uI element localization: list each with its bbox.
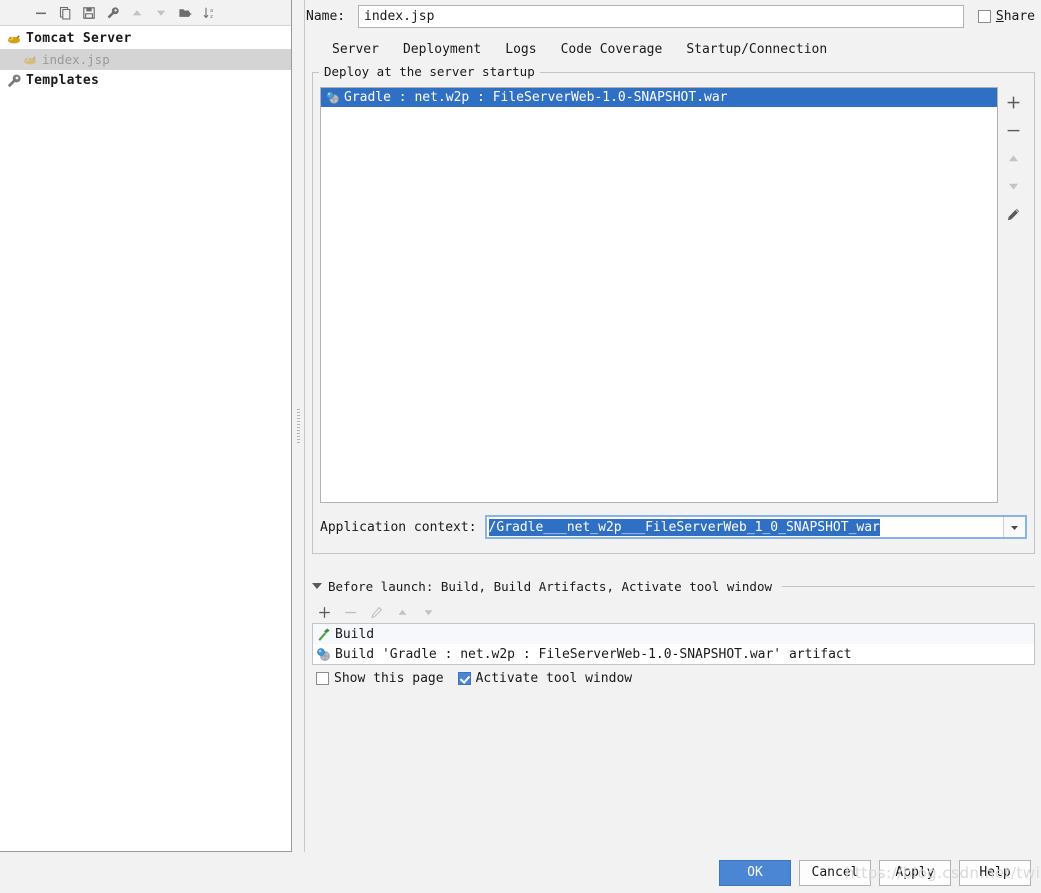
tree-item-index-jsp[interactable]: index.jsp [0,49,291,70]
tab-server[interactable]: Server [320,40,391,67]
before-launch-task-label: Build 'Gradle : net.w2p : FileServerWeb-… [335,646,852,662]
tree-item-label: Tomcat Server [26,31,132,46]
new-folder-icon[interactable] [174,2,196,24]
tab-startup-connection[interactable]: Startup/Connection [674,40,839,67]
before-launch-options: Show this page Activate tool window [316,669,632,687]
add-task-button[interactable] [314,602,334,622]
artifact-icon [325,90,340,105]
artifact-icon [316,647,331,662]
move-artifact-down-button[interactable] [1001,174,1025,198]
remove-icon[interactable] [30,2,52,24]
before-launch-title: Before launch: Build, Build Artifacts, A… [328,578,773,594]
copy-configuration-icon[interactable] [54,2,76,24]
application-context-combo[interactable]: /Gradle___net_w2p___FileServerWeb_1_0_SN… [484,515,1027,539]
dialog-button-bar: OK Cancel Apply Help [0,852,1041,893]
splitter-grip [296,409,300,443]
share-label: Share [996,9,1035,24]
before-launch-task-row[interactable]: Build 'Gradle : net.w2p : FileServerWeb-… [313,644,1034,664]
name-input[interactable] [358,4,964,28]
tab-deployment[interactable]: Deployment [390,40,494,67]
wrench-icon [6,73,22,89]
configurations-panel: a z Tomcat Server index.jsp Templates [0,0,292,852]
wrench-icon[interactable] [102,2,124,24]
tree-item-label: Templates [26,73,100,88]
before-launch-task-row[interactable]: Build [313,624,1034,644]
tree-item-tomcat-server[interactable]: Tomcat Server [0,28,291,49]
tomcat-icon [6,31,22,47]
artifact-label: Gradle : net.w2p : FileServerWeb-1.0-SNA… [344,90,728,105]
name-row: Name: Share [306,4,1035,28]
application-context-value: /Gradle___net_w2p___FileServerWeb_1_0_SN… [488,518,880,536]
chevron-down-icon[interactable] [312,583,322,589]
deploy-body: Gradle : net.w2p : FileServerWeb-1.0-SNA… [320,87,1027,503]
before-launch-header[interactable]: Before launch: Build, Build Artifacts, A… [312,577,1035,595]
apply-button[interactable]: Apply [879,859,951,886]
save-configuration-icon[interactable] [78,2,100,24]
move-task-up-button[interactable] [392,602,412,622]
help-button[interactable]: Help [959,859,1031,886]
share-label-rest: hare [1003,8,1035,24]
share-checkbox[interactable]: Share [977,9,1035,24]
before-launch-task-label: Build [335,626,375,642]
application-context-input[interactable]: /Gradle___net_w2p___FileServerWeb_1_0_SN… [487,517,1003,537]
remove-task-button[interactable] [340,602,360,622]
run-debug-configurations-dialog: a z Tomcat Server index.jsp Templates Na… [0,0,1041,893]
svg-text:z: z [210,14,213,20]
show-this-page-label: Show this page [334,670,444,686]
before-launch-tasks-list[interactable]: Build Build 'Gradle : net.w2p : FileServ… [312,623,1035,665]
build-hammer-icon [316,627,331,642]
chevron-down-icon[interactable] [1003,517,1025,537]
cancel-button[interactable]: Cancel [799,859,871,886]
show-this-page-checkbox-box[interactable] [316,671,329,685]
configuration-editor-panel: Name: Share Server Deployment Logs Code … [306,0,1041,852]
activate-tool-window-checkbox-box[interactable] [457,671,471,685]
ok-button[interactable]: OK [719,859,791,886]
share-label-mnemonic: S [995,8,1004,24]
activate-tool-window-checkbox[interactable]: Activate tool window [457,670,633,686]
tomcat-icon [22,52,38,68]
before-launch-divider [782,585,1035,587]
tab-logs[interactable]: Logs [493,40,548,67]
move-task-down-button[interactable] [418,602,438,622]
tab-code-coverage[interactable]: Code Coverage [549,40,675,67]
activate-tool-window-label: Activate tool window [475,670,633,686]
panel-splitter[interactable] [292,0,305,852]
tree-item-label: index.jsp [42,52,110,67]
move-artifact-up-button[interactable] [1001,146,1025,170]
artifacts-toolbar [999,87,1027,503]
name-label: Name: [306,8,346,24]
share-checkbox-box[interactable] [977,9,991,23]
deploy-at-startup-group: Deploy at the server startup Gradle: ne… [312,64,1035,554]
move-down-icon[interactable] [150,2,172,24]
application-context-row: Application context: /Gradle___net_w2p__… [320,515,1027,539]
move-up-icon[interactable] [126,2,148,24]
tree-item-templates[interactable]: Templates [0,70,291,91]
artifacts-list[interactable]: Gradle : net.w2p : FileServerWeb-1.0-SNA… [320,87,998,503]
configurations-toolbar: a z [0,0,291,26]
edit-artifact-button[interactable] [1001,202,1025,226]
application-context-label: Application context: [320,519,477,535]
remove-artifact-button[interactable] [1001,118,1025,142]
show-this-page-checkbox[interactable]: Show this page [316,671,444,686]
deploy-group-title: Deploy at the server startup [319,64,540,79]
before-launch-toolbar [314,600,438,624]
configurations-tree[interactable]: Tomcat Server index.jsp Templates [0,26,291,91]
add-artifact-button[interactable] [1001,90,1025,114]
edit-task-button[interactable] [366,602,386,622]
artifact-row[interactable]: Gradle : net.w2p : FileServerWeb-1.0-SNA… [321,88,997,107]
sort-alphabetically-icon[interactable]: a z [198,2,220,24]
